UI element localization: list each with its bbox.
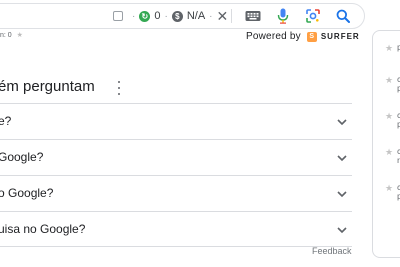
dollar-icon: $ [171, 10, 183, 22]
side-item[interactable]: ★ c r [385, 147, 400, 165]
paa-question-text: e? [0, 114, 12, 128]
chevron-down-icon [337, 191, 347, 198]
star-icon: ★ [385, 75, 394, 85]
feedback-link[interactable]: Feedback [312, 246, 352, 256]
page: · ↻ 0 · $ N/A · ✕ n: 0 ★ Powered by S SU… [0, 0, 400, 267]
paa-question[interactable]: o Google? [0, 175, 352, 211]
paa-list: e? Google? o Google? uisa no Google? [0, 103, 352, 247]
paa-question[interactable]: e? [0, 103, 352, 139]
lens-camera-icon[interactable] [304, 7, 322, 25]
metric-1-value: 0 [154, 10, 161, 22]
paa-heading: ém perguntam [0, 78, 95, 95]
paa-question-text: Google? [0, 150, 44, 164]
paa-question-text: uisa no Google? [0, 222, 86, 236]
surfer-logo-icon: S [306, 31, 317, 42]
seo-metrics-bar: · ↻ 0 · $ N/A · ✕ [113, 4, 228, 28]
powered-by-surfer[interactable]: Powered by S SURFER [246, 31, 360, 42]
surfer-name: SURFER [320, 32, 360, 41]
select-checkbox[interactable] [113, 11, 123, 21]
metric-2-value: N/A [186, 10, 206, 22]
star-icon: ★ [385, 111, 394, 121]
separator-dot: · [132, 10, 136, 22]
side-item[interactable]: ★ c p [385, 183, 400, 201]
side-item[interactable]: ★ c p [385, 111, 400, 129]
keyboard-icon[interactable] [244, 7, 262, 25]
more-options-icon[interactable] [116, 81, 122, 95]
left-small-value: n: 0 [0, 32, 12, 39]
star-icon: ★ [385, 183, 394, 193]
side-panel: ★ p ★ c p ★ c p ★ c r ★ c p [372, 30, 400, 258]
chevron-down-icon [337, 155, 347, 162]
powered-label: Powered by [246, 31, 301, 42]
paa-question[interactable]: uisa no Google? [0, 211, 352, 247]
divider [231, 9, 232, 23]
search-bar-icons [221, 4, 364, 28]
star-icon: ★ [16, 32, 23, 39]
metric-green-icon: ↻ [139, 10, 151, 22]
separator-dot: · [164, 10, 168, 22]
separator-dot: · [209, 10, 213, 22]
side-item[interactable]: ★ p [385, 43, 400, 54]
microphone-icon[interactable] [274, 7, 292, 25]
star-icon: ★ [385, 43, 394, 53]
chevron-down-icon [337, 119, 347, 126]
paa-question[interactable]: Google? [0, 139, 352, 175]
star-icon: ★ [385, 147, 394, 157]
paa-question-text: o Google? [0, 186, 54, 200]
left-small-text: n: 0 ★ [0, 31, 23, 39]
chevron-down-icon [337, 227, 347, 234]
side-item[interactable]: ★ c p [385, 75, 400, 93]
search-bar[interactable]: · ↻ 0 · $ N/A · ✕ [0, 3, 365, 29]
search-icon[interactable] [334, 7, 352, 25]
